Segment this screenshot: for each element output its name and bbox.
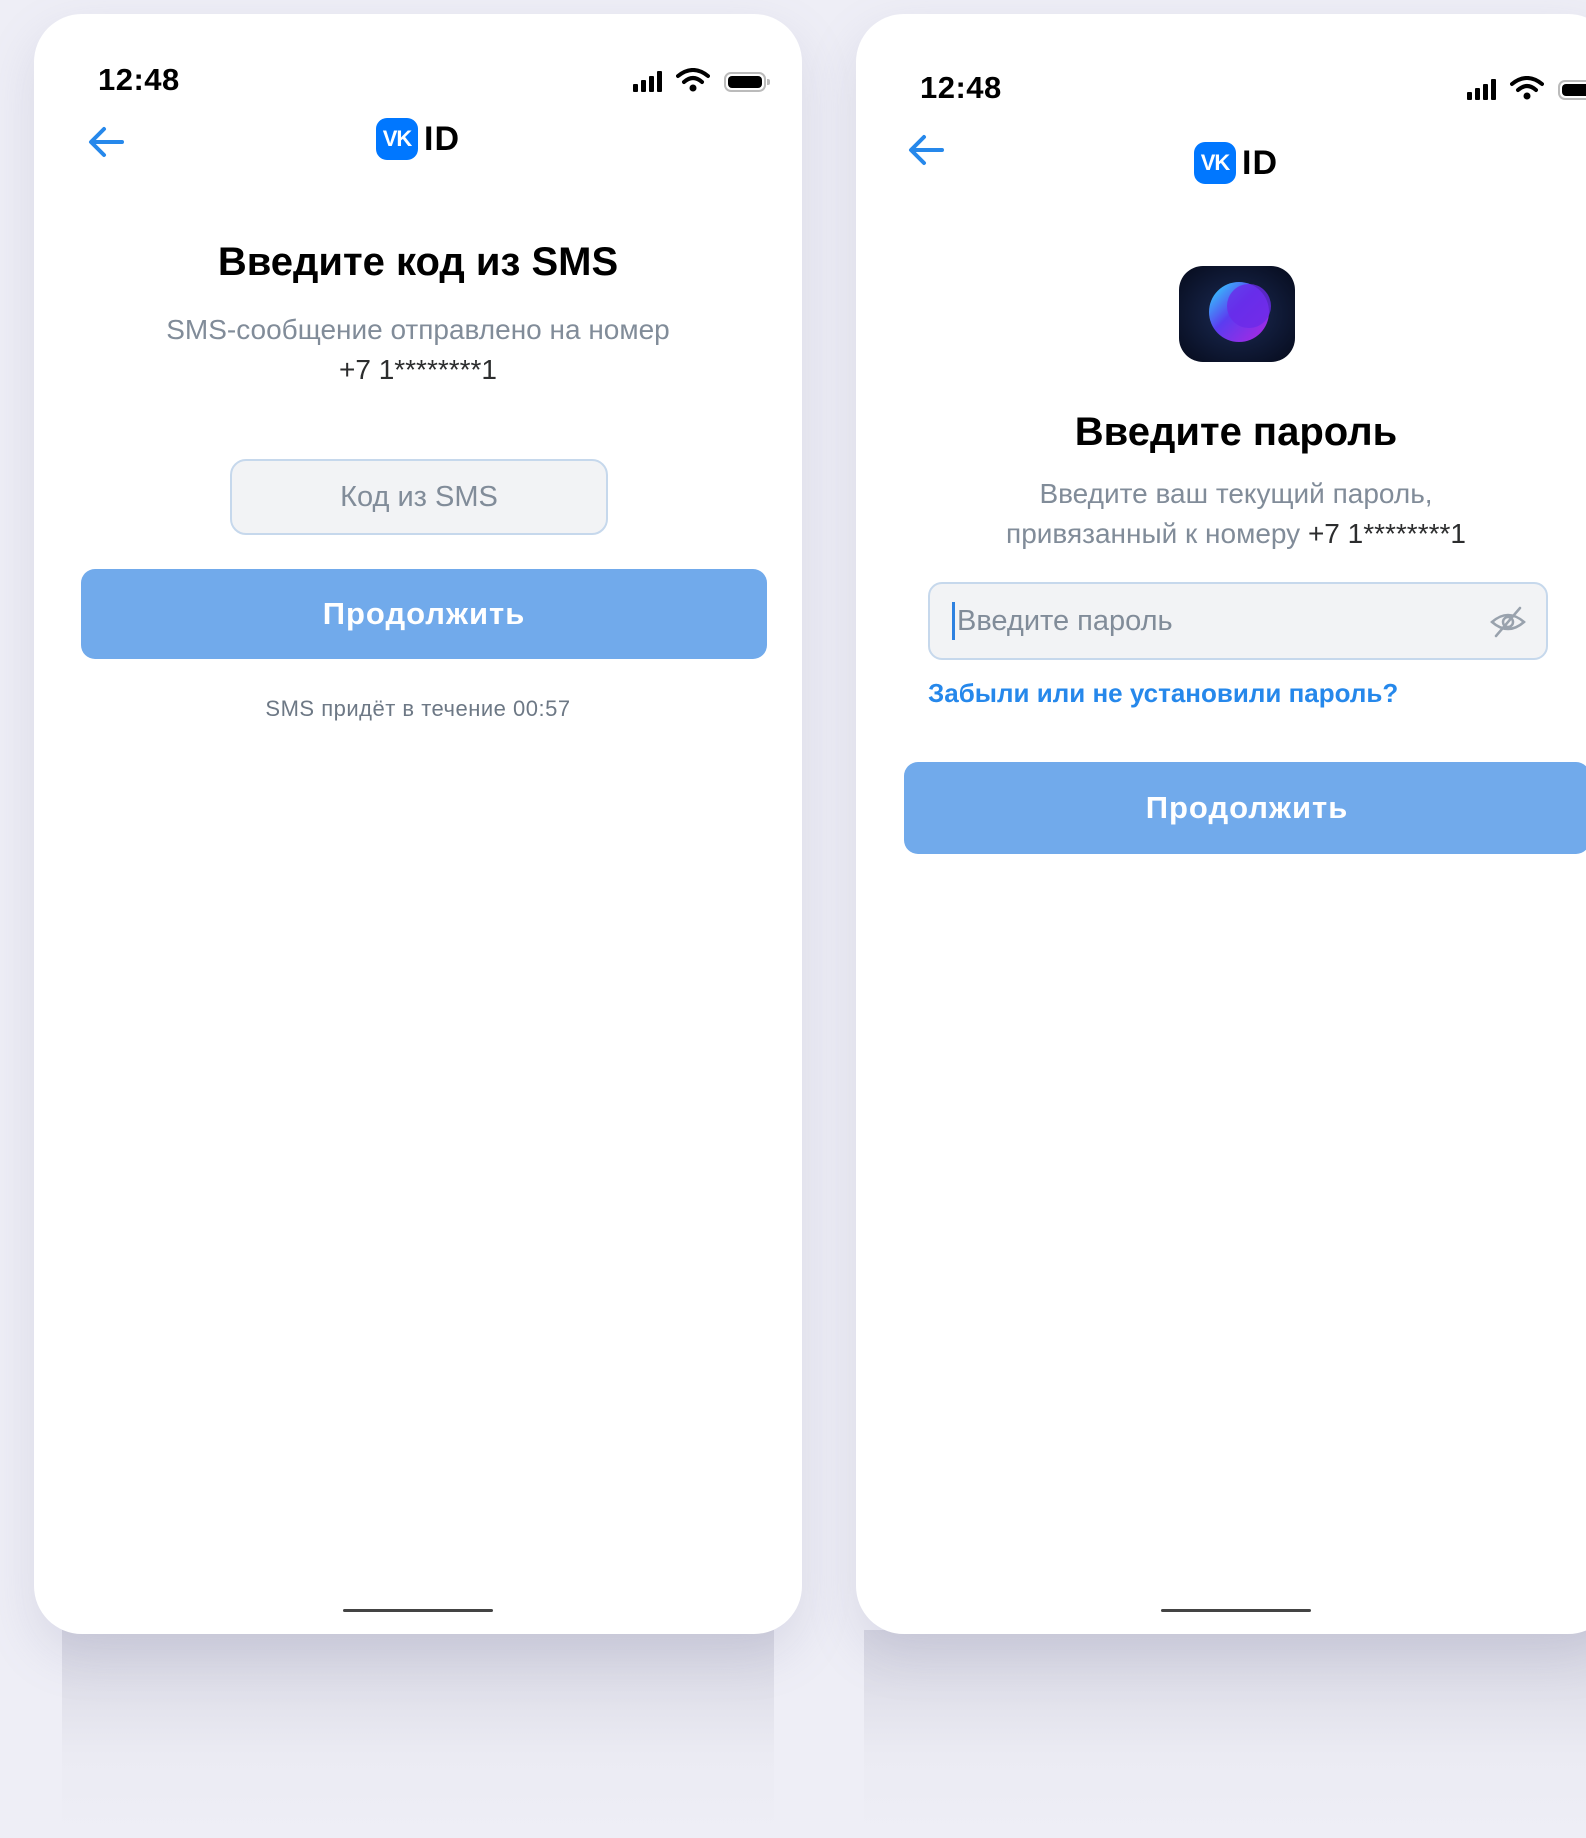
- status-time: 12:48: [98, 62, 180, 97]
- battery-icon: [1558, 80, 1586, 100]
- resend-timer: SMS придёт в течение 00:57: [265, 696, 571, 721]
- masked-phone: +7 1********1: [1307, 518, 1466, 549]
- vk-id-logo: VK ID: [856, 142, 1586, 184]
- logo-text: ID: [1242, 143, 1278, 182]
- status-icons: [633, 68, 770, 92]
- phone-shadow: [62, 1630, 774, 1838]
- wifi-icon: [676, 68, 710, 92]
- signal-icon: [633, 70, 662, 92]
- masked-phone: +7 1********1: [338, 354, 498, 385]
- subtitle-line: Введите ваш текущий пароль,: [1039, 478, 1433, 509]
- continue-button[interactable]: Продолжить: [81, 569, 767, 659]
- wifi-icon: [1510, 76, 1544, 100]
- page-title: Введите пароль: [1074, 410, 1398, 454]
- sms-code-placeholder: Код из SMS: [340, 480, 498, 513]
- subtitle-line: привязанный к номеру +7 1********1: [896, 514, 1576, 554]
- page-title: Введите код из SMS: [217, 240, 619, 284]
- text-caret: [952, 602, 955, 640]
- status-icons: [1467, 76, 1586, 100]
- app-icon: [1179, 266, 1295, 362]
- password-placeholder: Введите пароль: [957, 604, 1173, 637]
- subtitle-text: привязанный к номеру: [1006, 518, 1301, 549]
- password-input[interactable]: Введите пароль: [928, 582, 1548, 660]
- sms-code-input[interactable]: Код из SMS: [230, 459, 608, 535]
- show-password-icon[interactable]: [1488, 602, 1528, 642]
- vk-logo-icon: VK: [1194, 142, 1236, 184]
- status-time: 12:48: [920, 70, 1002, 105]
- battery-icon: [724, 72, 770, 92]
- vk-id-logo: VK ID: [34, 118, 802, 160]
- subtitle-line: SMS-сообщение отправлено на номер: [166, 314, 670, 345]
- home-indicator: [1161, 1609, 1311, 1612]
- signal-icon: [1467, 78, 1496, 100]
- vk-logo-icon: VK: [376, 118, 418, 160]
- phone-shadow: [864, 1630, 1586, 1838]
- home-indicator: [343, 1609, 493, 1612]
- logo-text: ID: [424, 119, 460, 158]
- subtitle: Введите ваш текущий пароль, привязанный …: [896, 474, 1576, 554]
- continue-button[interactable]: Продолжить: [904, 762, 1586, 854]
- forgot-password-link[interactable]: Забыли или не установили пароль?: [928, 678, 1398, 709]
- subtitle: SMS-сообщение отправлено на номер +7 1**…: [74, 310, 762, 390]
- sms-code-screen: 12:48 VK ID Введите код из SMS SMS-сообщ…: [34, 14, 802, 1634]
- password-screen: 12:48 VK ID Введите пароль Введите ваш т…: [856, 14, 1586, 1634]
